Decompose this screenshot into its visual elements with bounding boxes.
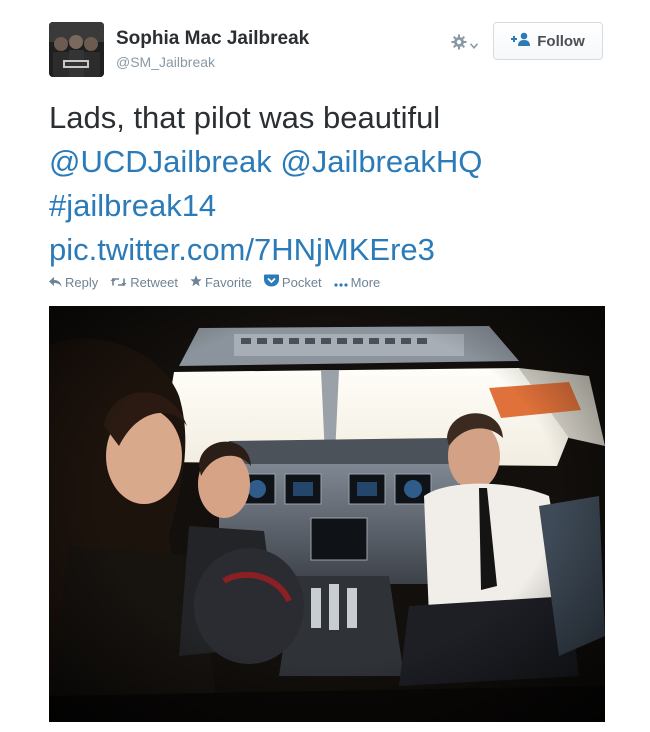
pic-link[interactable]: pic.twitter.com/7HNjMKEre3: [49, 228, 609, 272]
follow-person-icon: [511, 32, 531, 50]
retweet-icon: [110, 275, 127, 290]
avatar-image: [49, 22, 104, 77]
chevron-down-icon: [469, 36, 479, 54]
pocket-button[interactable]: Pocket: [263, 274, 322, 290]
tweet-photo[interactable]: [49, 306, 605, 722]
pocket-icon: [263, 274, 279, 290]
favorite-star-icon: [190, 274, 202, 290]
gear-icon: [451, 34, 467, 55]
avatar[interactable]: [49, 22, 104, 77]
follow-label: Follow: [537, 32, 585, 50]
tweet-text-line: Lads, that pilot was beautiful: [49, 100, 441, 135]
pocket-label: Pocket: [281, 274, 322, 290]
tweet-text: Lads, that pilot was beautiful @UCDJailb…: [49, 96, 609, 272]
retweet-button[interactable]: Retweet: [110, 275, 178, 290]
hashtag-link[interactable]: #jailbreak14: [49, 184, 609, 228]
author-display-name[interactable]: Sophia Mac Jailbreak: [116, 28, 309, 50]
user-actions-dropdown[interactable]: [451, 34, 479, 55]
more-button[interactable]: More: [334, 274, 381, 290]
more-label: More: [350, 274, 381, 290]
retweet-label: Retweet: [130, 274, 178, 290]
favorite-label: Favorite: [204, 274, 252, 290]
mention-link[interactable]: @JailbreakHQ: [280, 144, 482, 179]
author-handle[interactable]: @SM_Jailbreak: [116, 54, 215, 70]
favorite-button[interactable]: Favorite: [190, 275, 252, 290]
more-dots-icon: [334, 275, 348, 290]
reply-label: Reply: [65, 274, 99, 290]
cockpit-photo-illustration: [49, 306, 605, 722]
reply-button[interactable]: Reply: [49, 275, 98, 290]
follow-button[interactable]: Follow: [493, 22, 603, 60]
mention-link[interactable]: @UCDJailbreak: [49, 144, 272, 179]
tweet-actions: Reply Retweet Favorite Pocket More: [49, 274, 380, 290]
reply-icon: [49, 275, 62, 290]
